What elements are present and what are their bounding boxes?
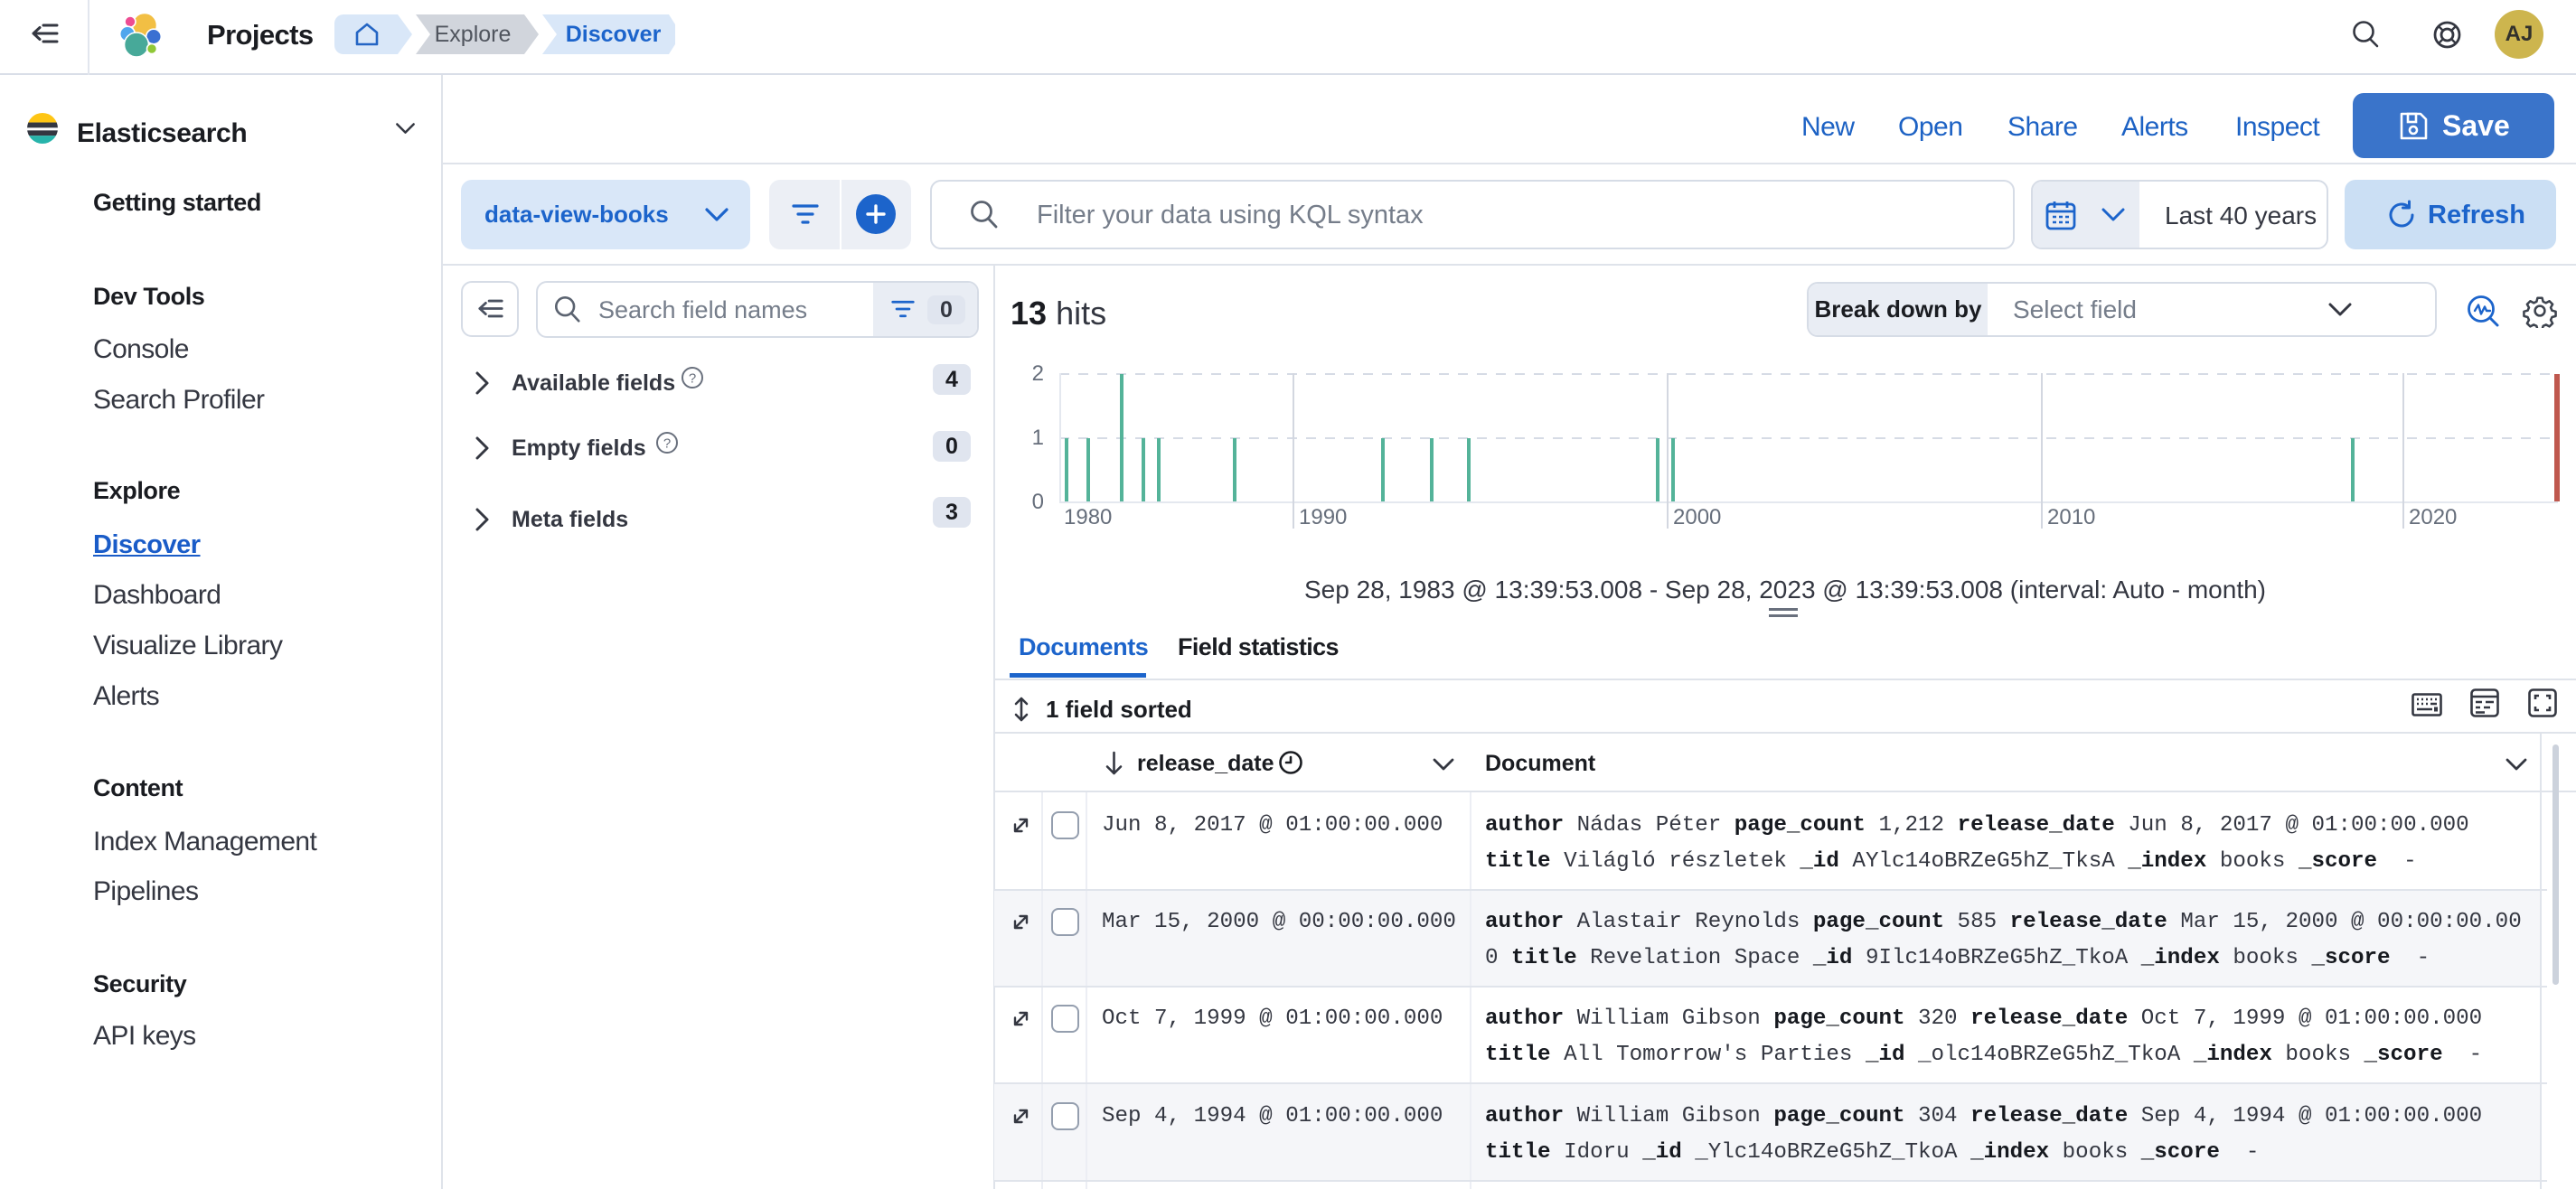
svg-text:?: ?: [663, 436, 671, 452]
svg-text:?: ?: [689, 371, 696, 387]
